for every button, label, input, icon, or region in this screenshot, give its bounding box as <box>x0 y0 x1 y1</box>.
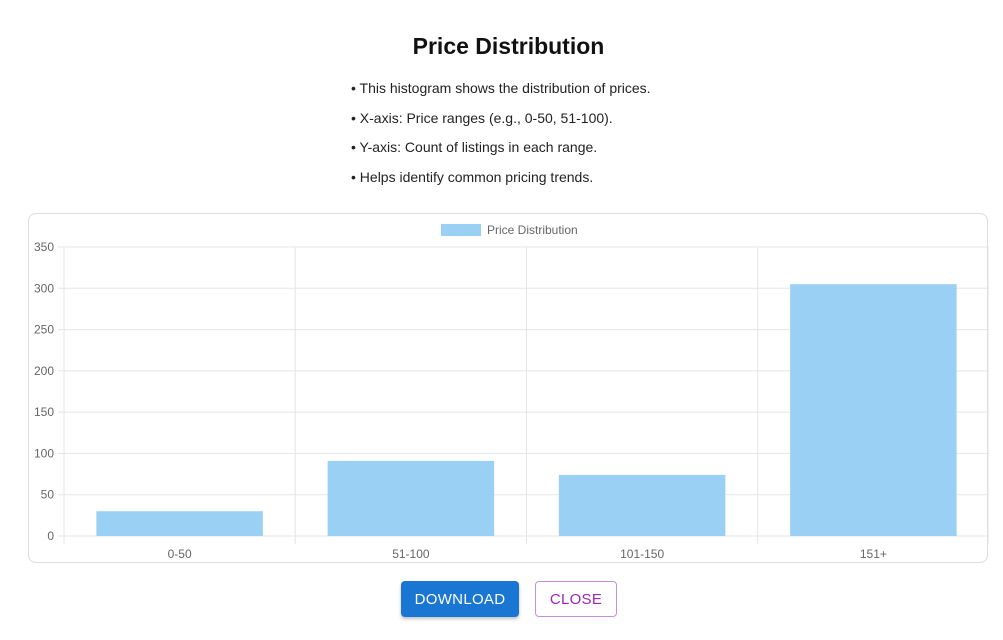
y-tick-label: 50 <box>41 488 55 502</box>
bar-151+ <box>790 284 957 536</box>
x-tick-label: 101-150 <box>620 547 664 561</box>
description-item: • X-axis: Price ranges (e.g., 0-50, 51-1… <box>351 109 613 126</box>
close-button[interactable]: CLOSE <box>535 581 617 617</box>
description-list: • This histogram shows the distribution … <box>351 80 651 198</box>
description-item: • Helps identify common pricing trends. <box>351 168 594 185</box>
y-tick-label: 0 <box>47 529 54 543</box>
x-tick-label: 151+ <box>860 547 887 561</box>
price-histogram-chart: 0 50 100 150 200 250 300 350 0-50 51-100 101-150 15… <box>34 223 989 561</box>
description-item: • Y-axis: Count of listings in each rang… <box>351 139 598 155</box>
legend-label: Price Distribution <box>487 223 578 237</box>
download-button[interactable]: DOWNLOAD <box>401 581 519 617</box>
y-tick-label: 350 <box>34 240 54 254</box>
y-tick-label: 150 <box>34 405 54 419</box>
bar-0-50 <box>96 511 263 536</box>
x-tick-label: 51-100 <box>392 547 430 561</box>
y-tick-label: 250 <box>34 323 54 337</box>
y-tick-label: 300 <box>34 281 54 295</box>
legend-swatch <box>441 224 481 236</box>
y-tick-label: 200 <box>34 364 54 378</box>
chart-container: 0 50 100 150 200 250 300 350 0-50 51-100 101-150 15… <box>28 213 989 563</box>
y-tick-label: 100 <box>34 446 54 460</box>
bar-51-100 <box>327 460 495 536</box>
description-item: • This histogram shows the distribution … <box>351 80 651 96</box>
dialog-title: Price Distribution <box>412 33 605 59</box>
x-tick-label: 0-50 <box>168 547 192 561</box>
bar-101-150 <box>558 474 726 536</box>
